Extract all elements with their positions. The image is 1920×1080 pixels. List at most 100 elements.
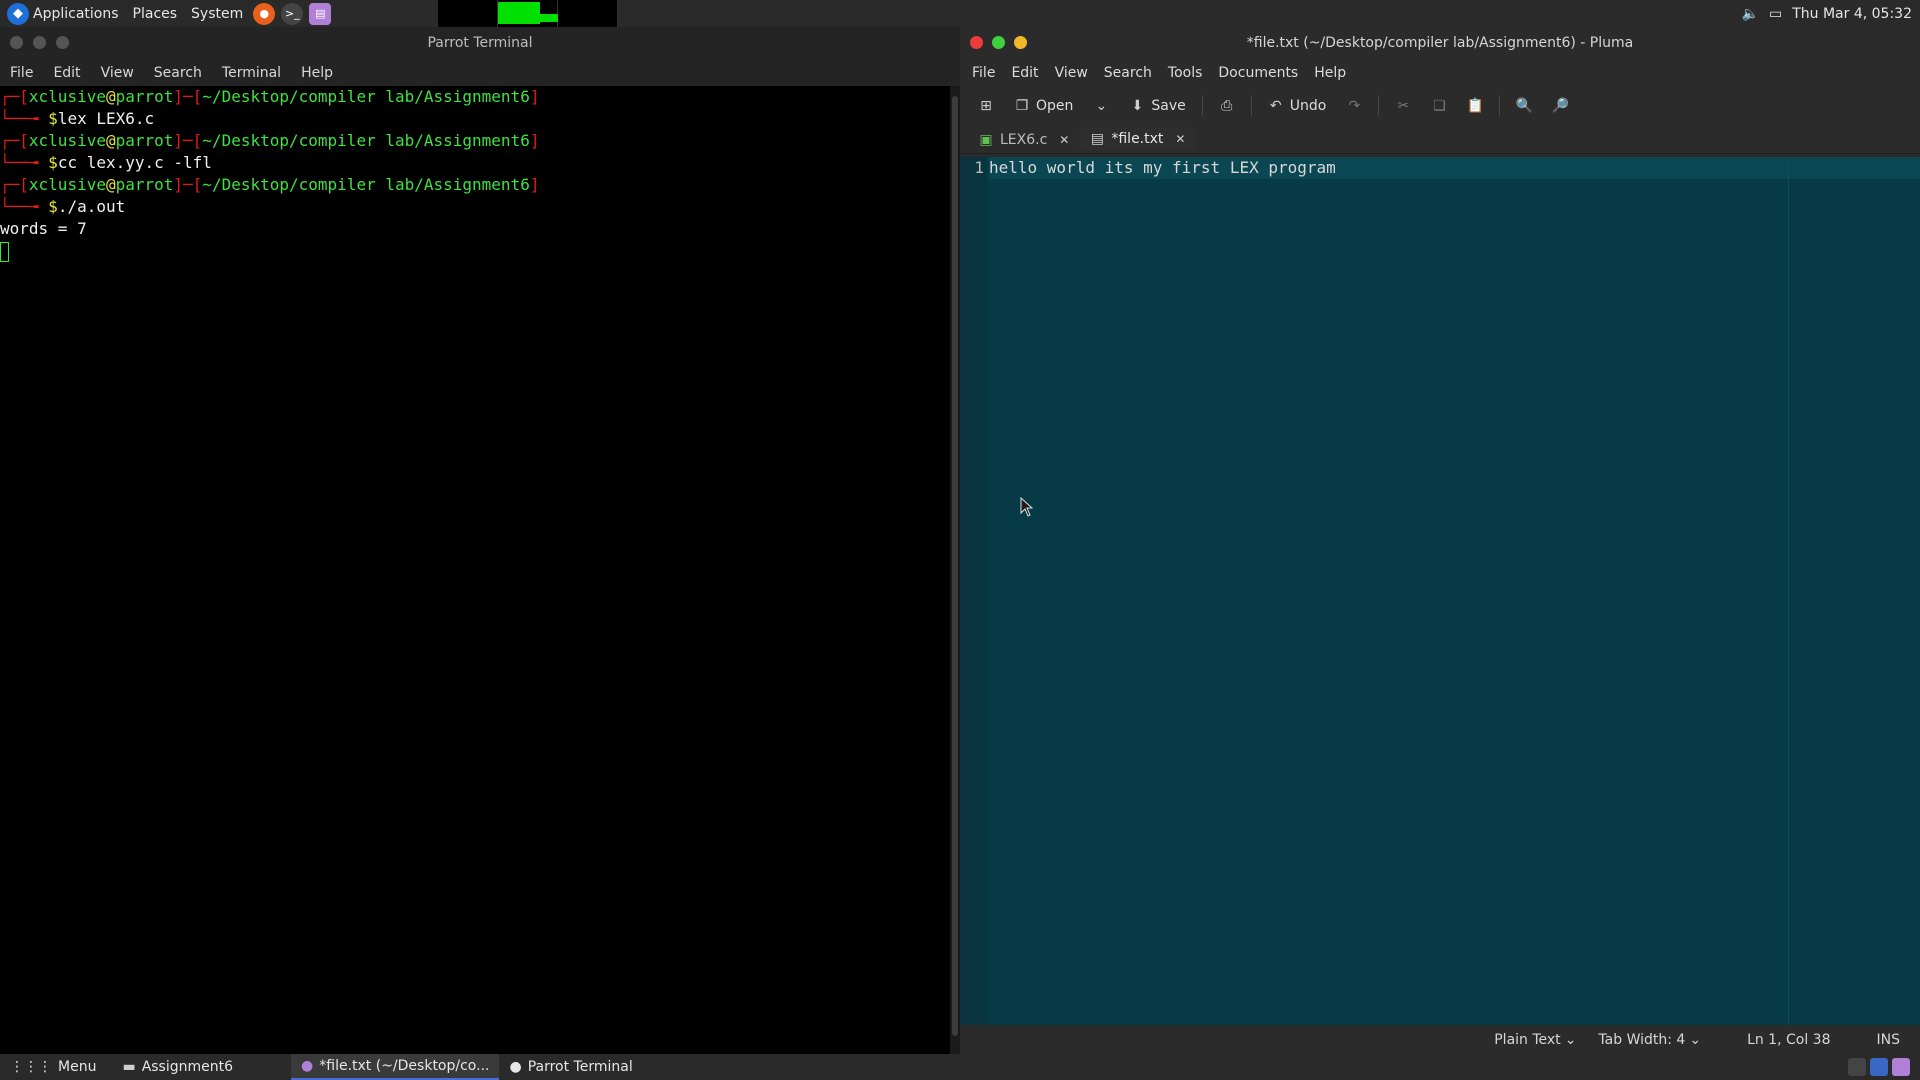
command-line: └──╼ $./a.out bbox=[0, 197, 126, 216]
paste-button[interactable]: 📋 bbox=[1459, 91, 1491, 121]
tab-file-txt[interactable]: ▤ *file.txt ✕ bbox=[1079, 127, 1196, 153]
text-file-icon: ▤ bbox=[1090, 131, 1104, 147]
new-document-button[interactable]: ⊞ bbox=[970, 91, 1002, 121]
c-file-icon: ▣ bbox=[979, 132, 993, 148]
save-label: Save bbox=[1151, 98, 1186, 114]
status-bar: Plain Text ⌄ Tab Width: 4 ⌄ Ln 1, Col 38 I… bbox=[960, 1025, 1920, 1054]
undo-icon: ↶ bbox=[1269, 98, 1282, 114]
terminal-output[interactable]: ┌─[xclusive@parrot]─[~/Desktop/compiler … bbox=[0, 86, 950, 1054]
maximize-button[interactable] bbox=[56, 36, 69, 49]
editor-line[interactable]: hello world its my first LEX program bbox=[989, 157, 1920, 179]
workspace-icon[interactable] bbox=[1848, 1058, 1866, 1076]
mouse-cursor-icon bbox=[1020, 497, 1034, 517]
terminal-icon: ● bbox=[509, 1059, 522, 1075]
volume-icon[interactable]: 🔈 bbox=[1742, 6, 1759, 22]
terminal-window: Parrot Terminal File Edit View Search Te… bbox=[0, 27, 960, 1054]
pluma-icon: ● bbox=[301, 1058, 314, 1074]
menu-file[interactable]: File bbox=[964, 65, 1003, 81]
main-menu-button[interactable]: ⋮⋮⋮ Menu bbox=[0, 1054, 106, 1080]
taskbar-item-file-txt[interactable]: ● *file.txt (~/Desktop/co... bbox=[291, 1054, 500, 1080]
line-number: 1 bbox=[974, 158, 984, 177]
workspace-switcher[interactable] bbox=[438, 0, 619, 27]
cut-button[interactable]: ✂ bbox=[1387, 91, 1419, 121]
menu-edit[interactable]: Edit bbox=[1003, 65, 1046, 81]
system-menu[interactable]: System bbox=[184, 0, 250, 27]
terminal-menubar: File Edit View Search Terminal Help bbox=[0, 59, 960, 86]
chevron-down-icon: ⌄ bbox=[1689, 1031, 1702, 1048]
undo-label: Undo bbox=[1289, 98, 1327, 114]
menu-edit[interactable]: Edit bbox=[43, 65, 90, 81]
open-recent-dropdown[interactable]: ⌄ bbox=[1085, 91, 1117, 121]
menu-search[interactable]: Search bbox=[1096, 65, 1160, 81]
minimize-button[interactable] bbox=[1014, 36, 1027, 49]
taskbar-item-assignment6[interactable]: ▬ Assignment6 bbox=[112, 1054, 243, 1080]
minimize-button[interactable] bbox=[33, 36, 46, 49]
program-output: words = 7 bbox=[0, 219, 87, 238]
terminal-icon[interactable]: >_ bbox=[281, 2, 304, 25]
terminal-scrollbar[interactable] bbox=[950, 86, 960, 1054]
menu-help[interactable]: Help bbox=[1306, 65, 1354, 81]
taskbar-item-parrot-terminal[interactable]: ● Parrot Terminal bbox=[499, 1054, 642, 1080]
menu-tools[interactable]: Tools bbox=[1160, 65, 1211, 81]
places-menu[interactable]: Places bbox=[126, 0, 185, 27]
pluma-icon[interactable]: ▤ bbox=[309, 2, 332, 25]
paste-icon: 📋 bbox=[1466, 98, 1485, 114]
menu-help[interactable]: Help bbox=[291, 65, 343, 81]
save-button[interactable]: ⬇ Save bbox=[1121, 91, 1193, 121]
menu-file[interactable]: File bbox=[0, 65, 43, 81]
clock[interactable]: Thu Mar 4, 05:32 bbox=[1792, 6, 1912, 22]
parrot-logo-icon: ◆ bbox=[7, 2, 29, 25]
redo-button[interactable]: ↷ bbox=[1338, 91, 1370, 121]
terminal-titlebar[interactable]: Parrot Terminal bbox=[0, 27, 960, 59]
firefox-icon[interactable]: ● bbox=[253, 2, 276, 25]
menu-terminal[interactable]: Terminal bbox=[212, 65, 291, 81]
menu-view[interactable]: View bbox=[1047, 65, 1096, 81]
terminal-tray-icon[interactable] bbox=[1870, 1058, 1888, 1076]
display-icon[interactable]: ▭ bbox=[1769, 6, 1782, 22]
pluma-tray-icon[interactable] bbox=[1892, 1058, 1910, 1076]
folder-icon: ▬ bbox=[122, 1059, 136, 1075]
text-editor[interactable]: 1 hello world its my first LEX program bbox=[960, 157, 1920, 1025]
prompt-line: ┌─[xclusive@parrot]─[~/Desktop/compiler … bbox=[0, 87, 540, 106]
maximize-button[interactable] bbox=[992, 36, 1005, 49]
menu-documents[interactable]: Documents bbox=[1210, 65, 1306, 81]
new-document-icon: ⊞ bbox=[980, 98, 992, 114]
pluma-toolbar: ⊞ ❐ Open ⌄ ⬇ Save ⎙ ↶ Undo ↷ ✂ ❏ 📋 🔍 🔎 bbox=[960, 86, 1920, 126]
pluma-titlebar[interactable]: *file.txt (~/Desktop/compiler lab/Assign… bbox=[960, 27, 1920, 59]
insert-mode: INS bbox=[1876, 1031, 1901, 1048]
pluma-window: *file.txt (~/Desktop/compiler lab/Assign… bbox=[960, 27, 1920, 1054]
pluma-title: *file.txt (~/Desktop/compiler lab/Assign… bbox=[1246, 35, 1634, 51]
grid-icon: ⋮⋮⋮ bbox=[10, 1059, 52, 1075]
open-label: Open bbox=[1036, 98, 1074, 114]
menu-view[interactable]: View bbox=[91, 65, 144, 81]
command-line: └──╼ $cc lex.yy.c -lfl bbox=[0, 153, 212, 172]
tab-label: LEX6.c bbox=[1000, 132, 1048, 148]
cursor-position: Ln 1, Col 38 bbox=[1747, 1031, 1831, 1048]
workspace-1[interactable] bbox=[438, 0, 499, 27]
print-button[interactable]: ⎙ bbox=[1211, 91, 1243, 121]
close-button[interactable] bbox=[10, 36, 23, 49]
search-icon: 🔍 bbox=[1515, 98, 1534, 114]
redo-icon: ↷ bbox=[1348, 98, 1361, 114]
workspace-2[interactable] bbox=[498, 0, 559, 27]
close-button[interactable] bbox=[970, 36, 983, 49]
tab-lex6-c[interactable]: ▣ LEX6.c ✕ bbox=[968, 127, 1079, 153]
terminal-title: Parrot Terminal bbox=[427, 35, 533, 51]
workspace-3[interactable] bbox=[558, 0, 619, 27]
close-icon[interactable]: ✕ bbox=[1059, 133, 1069, 147]
copy-button[interactable]: ❏ bbox=[1423, 91, 1455, 121]
line-number-gutter: 1 bbox=[960, 157, 987, 1025]
chevron-down-icon: ⌄ bbox=[1564, 1031, 1577, 1048]
cut-icon: ✂ bbox=[1397, 98, 1410, 114]
applications-menu[interactable]: ◆ Applications bbox=[0, 0, 126, 27]
find-replace-button[interactable]: 🔎 bbox=[1544, 91, 1576, 121]
open-button[interactable]: ❐ Open bbox=[1006, 91, 1081, 121]
language-selector[interactable]: Plain Text ⌄ bbox=[1486, 1032, 1584, 1048]
tab-width-selector[interactable]: Tab Width: 4 ⌄ bbox=[1590, 1032, 1709, 1048]
find-button[interactable]: 🔍 bbox=[1508, 91, 1540, 121]
save-icon: ⬇ bbox=[1131, 98, 1144, 114]
close-icon[interactable]: ✕ bbox=[1175, 132, 1185, 146]
document-tabs: ▣ LEX6.c ✕ ▤ *file.txt ✕ bbox=[960, 126, 1920, 154]
undo-button[interactable]: ↶ Undo bbox=[1260, 91, 1335, 121]
menu-search[interactable]: Search bbox=[144, 65, 212, 81]
